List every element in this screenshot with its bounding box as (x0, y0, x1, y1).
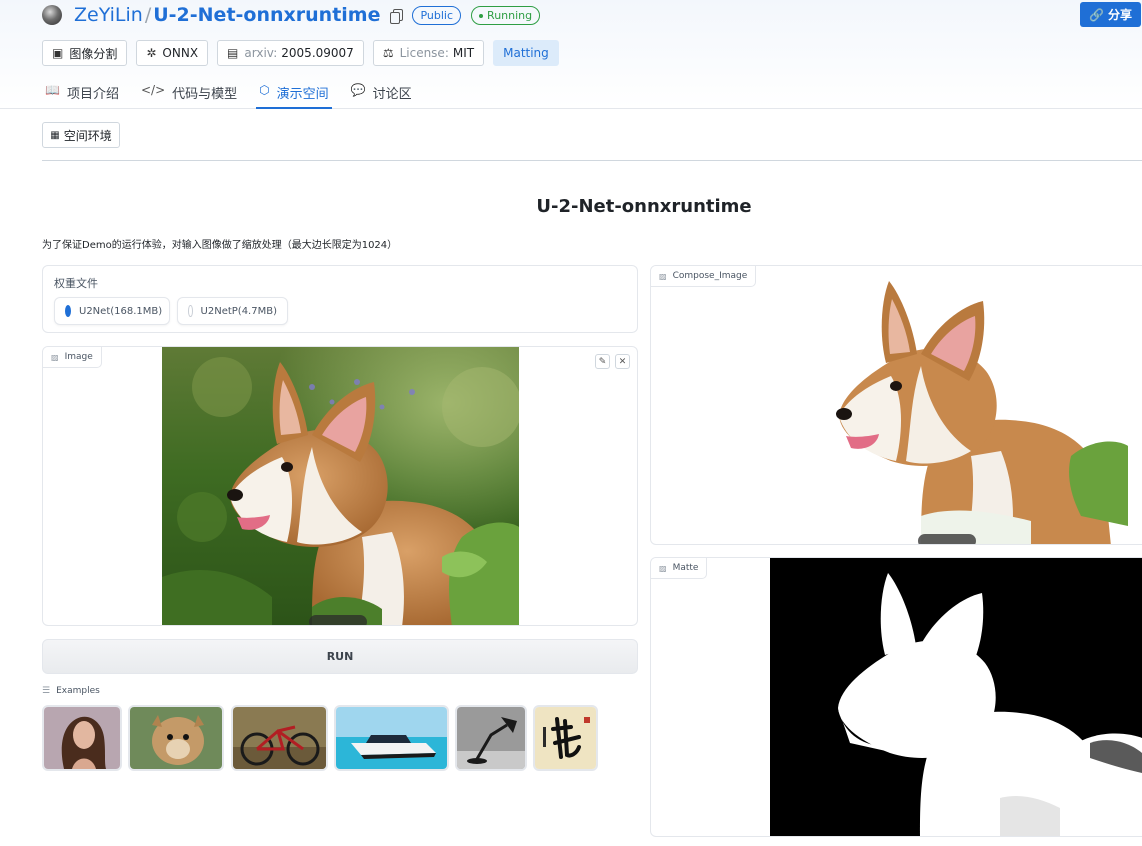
tag-framework-label: ONNX (162, 46, 199, 60)
example-bicycle[interactable] (231, 705, 328, 771)
example-boat[interactable] (334, 705, 449, 771)
tab-code-models[interactable]: </> 代码与模型 (138, 78, 240, 109)
example-calligraphy[interactable] (533, 705, 598, 771)
example-boat-thumb (336, 707, 447, 769)
radio-u2netp[interactable]: U2NetP(4.7MB) (177, 297, 288, 325)
radio-selected-icon (65, 305, 71, 317)
status-badge-label: Running (487, 8, 533, 22)
visibility-badge: Public (412, 5, 462, 25)
tag-license-value: MIT (452, 46, 475, 60)
tab-code-models-label: 代码与模型 (172, 87, 238, 102)
compose-label: Compose_Image (672, 271, 748, 281)
tab-intro[interactable]: 📖 项目介绍 (42, 78, 122, 109)
repo-tabs: 📖 项目介绍 </> 代码与模型 ⬡ 演示空间 💬 讨论区 (42, 78, 431, 109)
image-icon: ▨ (659, 563, 667, 573)
space-environment-label: 空间环境 (63, 128, 112, 143)
tag-arxiv-id: 2005.09007 (281, 46, 354, 60)
license-icon: ⚖ (382, 46, 394, 60)
repo-title-row: ZeYiLin / U-2-Net-onnxruntime Public Run… (42, 3, 541, 27)
example-lamp-thumb (457, 707, 525, 769)
weights-panel: 权重文件 U2Net(168.1MB) U2NetP(4.7MB) (42, 265, 638, 333)
cube-icon: ⬡ (259, 83, 270, 97)
chat-bubble-icon: 💬 (350, 83, 366, 97)
list-icon: ☰ (42, 686, 51, 696)
status-badge: Running (471, 5, 541, 25)
app-description: 为了保证Demo的运行体验，对输入图像做了缩放处理（最大边长限定为1024） (42, 240, 398, 251)
share-button-label: 分享 (1107, 8, 1132, 22)
edit-icon[interactable]: ✎ (595, 354, 610, 369)
image-icon: ▨ (51, 352, 59, 362)
book-icon: 📖 (45, 83, 60, 97)
status-dot-icon (479, 13, 484, 18)
tag-license-prefix: License: (399, 46, 449, 60)
tab-demo-space-label: 演示空间 (276, 87, 329, 102)
image-label-chip: ▨ Image (43, 347, 102, 368)
tag-row: ▣ 图像分割 ✲ ONNX ▤ arxiv: 2005.09007 ⚖ Lice… (42, 40, 559, 66)
tag-task[interactable]: ▣ 图像分割 (42, 40, 128, 66)
tag-framework[interactable]: ✲ ONNX (136, 40, 209, 66)
radio-u2net-label: U2Net(168.1MB) (79, 305, 163, 317)
example-lamp[interactable] (455, 705, 527, 771)
compose-label-chip: ▨ Compose_Image (651, 266, 757, 287)
divider (42, 160, 1142, 161)
weights-label: 权重文件 (54, 277, 98, 290)
link-icon: 🔗 (1089, 7, 1104, 22)
tag-license[interactable]: ⚖ License: MIT (372, 40, 485, 66)
input-image (162, 347, 519, 625)
run-button[interactable]: RUN (42, 639, 638, 674)
app-title: U-2-Net-onnxruntime (536, 196, 752, 217)
example-calligraphy-thumb (535, 707, 596, 769)
tag-arxiv-prefix: arxiv: (244, 46, 278, 60)
owner-link[interactable]: ZeYiLin (74, 4, 143, 26)
corgi-cutout (771, 266, 1128, 544)
onnx-icon: ✲ (146, 46, 157, 60)
tag-arxiv[interactable]: ▤ arxiv: 2005.09007 (217, 40, 364, 66)
copy-icon[interactable] (390, 8, 404, 24)
document-icon: ▤ (227, 46, 239, 60)
matte-silhouette (770, 558, 1142, 836)
examples-label: ☰ Examples (42, 686, 100, 696)
corgi-photo (162, 347, 519, 625)
close-icon[interactable]: ✕ (615, 354, 630, 369)
compose-image (771, 266, 1128, 544)
radio-u2net[interactable]: U2Net(168.1MB) (54, 297, 170, 325)
input-image-panel[interactable]: ▨ Image ✎ ✕ (42, 346, 638, 626)
example-alpaca[interactable] (128, 705, 224, 771)
example-alpaca-thumb (130, 707, 222, 769)
owner-avatar[interactable] (42, 5, 62, 25)
examples-label-text: Examples (56, 686, 100, 696)
image-icon: ▨ (659, 271, 667, 281)
matte-label-chip: ▨ Matte (651, 558, 708, 579)
tab-discussion-label: 讨论区 (372, 87, 412, 102)
example-woman[interactable] (42, 705, 122, 771)
tag-task-label: 图像分割 (69, 46, 118, 61)
image-label: Image (64, 352, 93, 362)
repo-name-link[interactable]: U-2-Net-onnxruntime (153, 4, 380, 26)
matte-label: Matte (672, 563, 699, 573)
example-woman-thumb (44, 707, 120, 769)
share-button[interactable]: 🔗 分享 (1080, 2, 1141, 27)
tab-discussion[interactable]: 💬 讨论区 (348, 78, 415, 109)
repo-header: ZeYiLin / U-2-Net-onnxruntime Public Run… (0, 0, 1142, 109)
tag-matting[interactable]: Matting (493, 40, 559, 66)
tab-intro-label: 项目介绍 (66, 87, 119, 102)
compose-image-panel: ▨ Compose_Image (650, 265, 1142, 545)
radio-u2netp-label: U2NetP(4.7MB) (200, 305, 277, 317)
matte-image (770, 558, 1142, 836)
matte-panel: ▨ Matte (650, 557, 1142, 837)
example-bicycle-thumb (233, 707, 326, 769)
space-environment-button[interactable]: ▦ 空间环境 (42, 122, 120, 148)
tab-demo-space[interactable]: ⬡ 演示空间 (256, 78, 332, 109)
image-segmentation-icon: ▣ (52, 46, 64, 60)
environment-icon: ▦ (50, 129, 60, 141)
path-separator: / (144, 4, 152, 26)
radio-unselected-icon (188, 305, 193, 317)
code-icon: </> (140, 83, 166, 97)
